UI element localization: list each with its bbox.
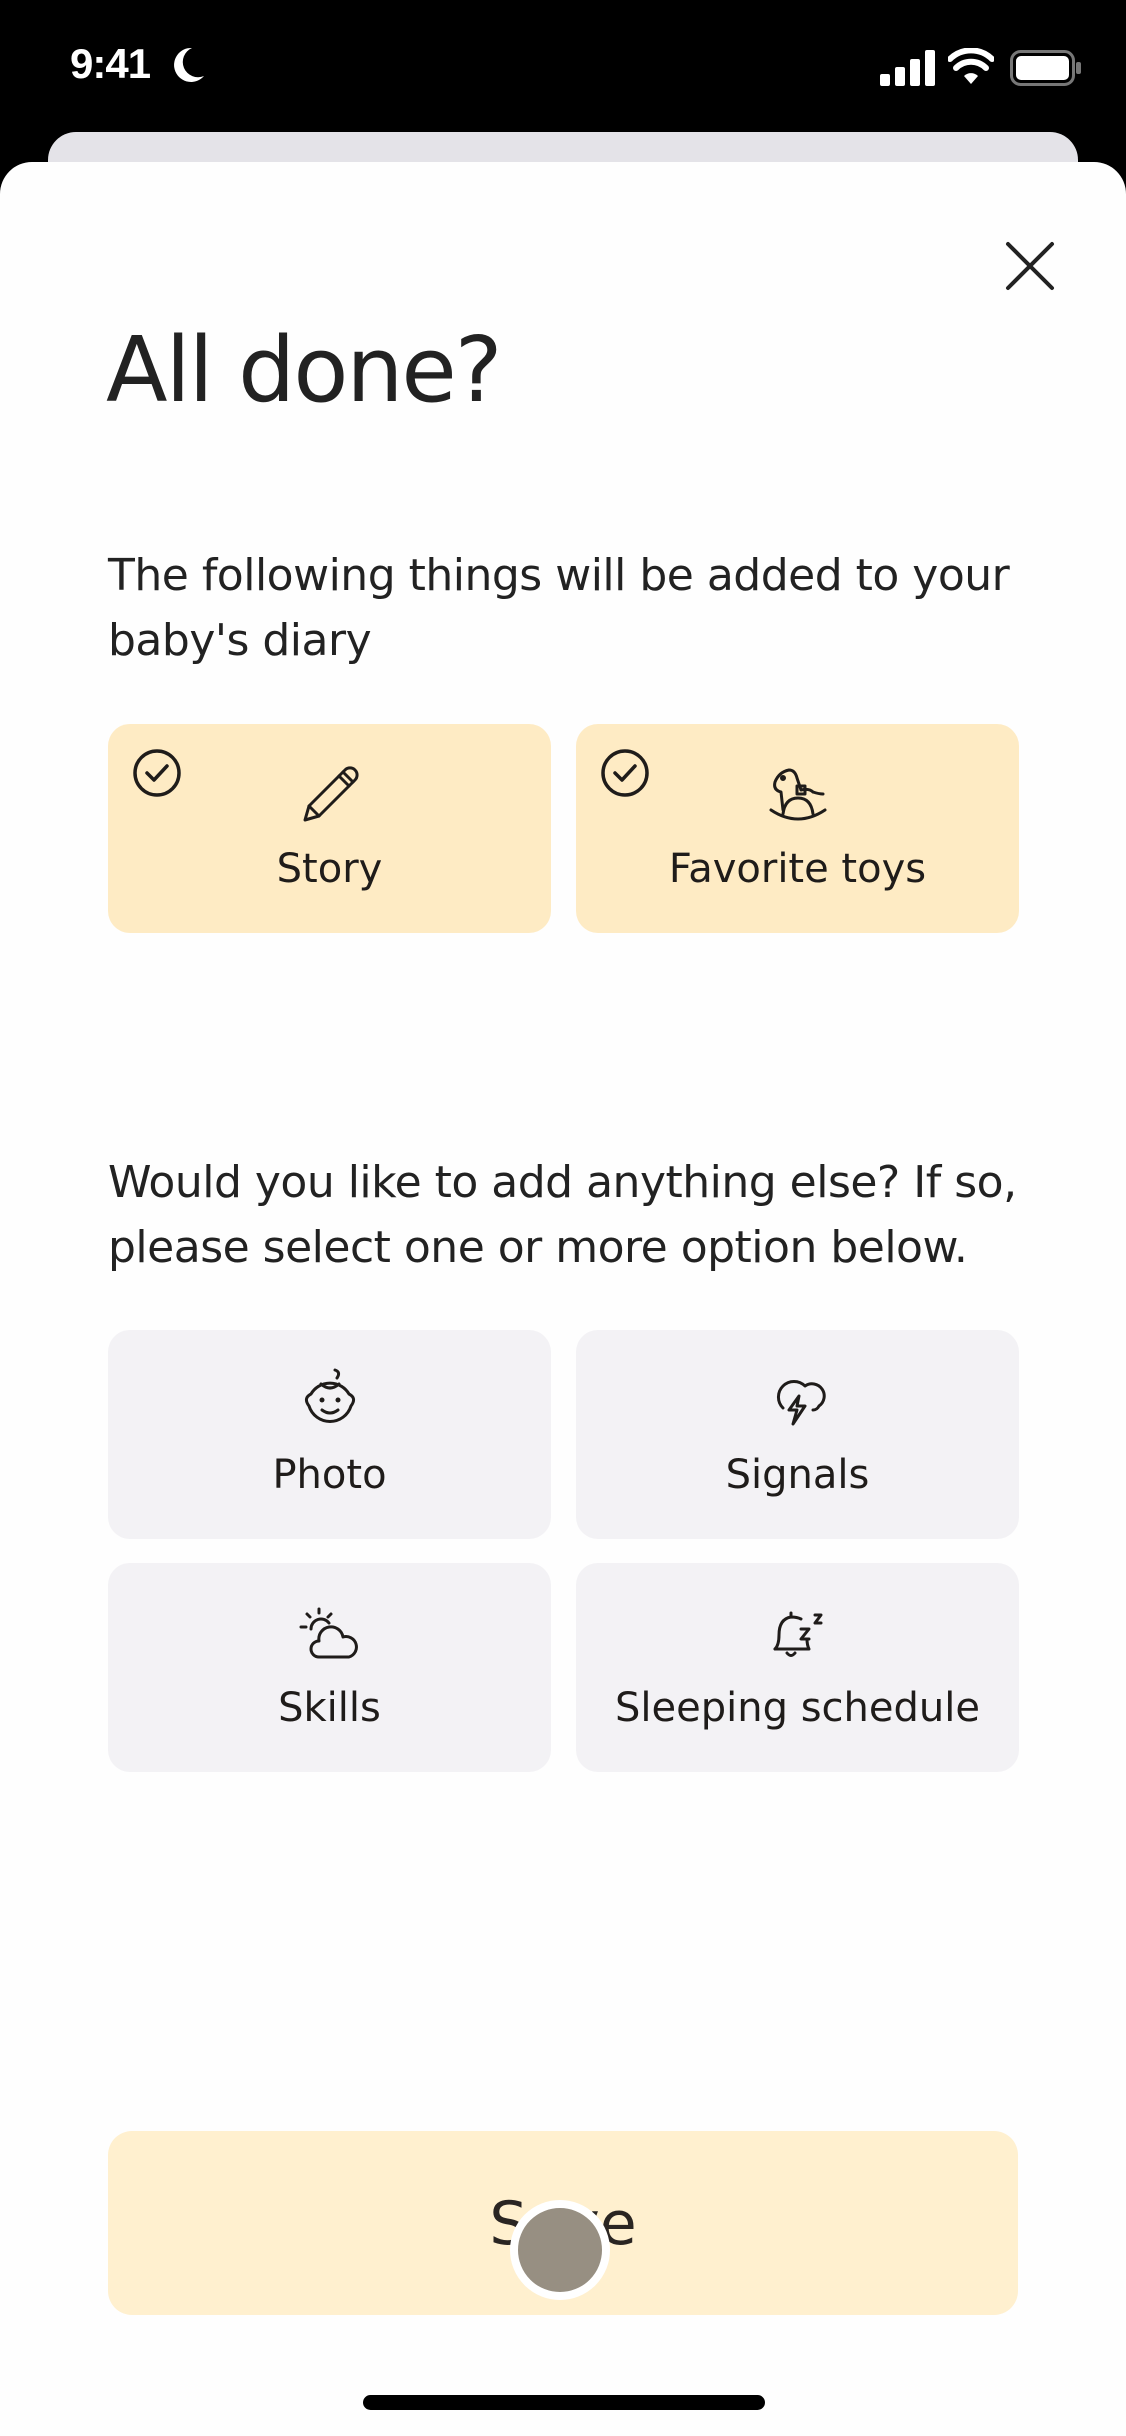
close-button[interactable] [1000,236,1060,296]
cloud-lightning-icon [776,1379,826,1426]
status-time: 9:41 [70,40,151,87]
added-items-intro: The following things will be added to yo… [108,550,1010,666]
wifi-icon [948,48,994,84]
touch-indicator [510,2200,610,2300]
checkmark-circle-icon [601,749,649,797]
sun-cloud-icon [299,1607,358,1659]
option-label: Photo [272,1452,387,1498]
added-item-label: Favorite toys [668,846,927,892]
added-item-label: Story [276,846,383,892]
home-indicator[interactable] [363,2395,765,2410]
added-item-story[interactable]: Story [108,724,551,933]
option-label: Skills [278,1685,381,1731]
completion-sheet [0,162,1126,2436]
battery-icon [1010,50,1081,86]
baby-face-icon [304,1368,355,1423]
option-signals[interactable]: Signals [576,1330,1019,1539]
option-label: Sleeping schedule [615,1685,980,1731]
option-skills[interactable]: Skills [108,1563,551,1772]
added-item-favorite-toys[interactable]: Favorite toys [576,724,1019,933]
moon-icon [174,47,204,82]
pencil-icon [303,766,359,822]
checkmark-circle-icon [133,749,181,797]
rocking-horse-icon [769,768,826,821]
option-photo[interactable]: Photo [108,1330,551,1539]
close-icon [1006,242,1054,290]
cellular-signal-icon [880,50,935,86]
status-bar: 9:41 [0,0,1126,132]
page-title: All done? [106,318,503,423]
option-label: Signals [725,1452,870,1498]
options-intro: Would you like to add anything else? If … [108,1157,1017,1273]
bell-sleep-icon [773,1611,822,1657]
option-sleeping-schedule[interactable]: Sleeping schedule [576,1563,1019,1772]
